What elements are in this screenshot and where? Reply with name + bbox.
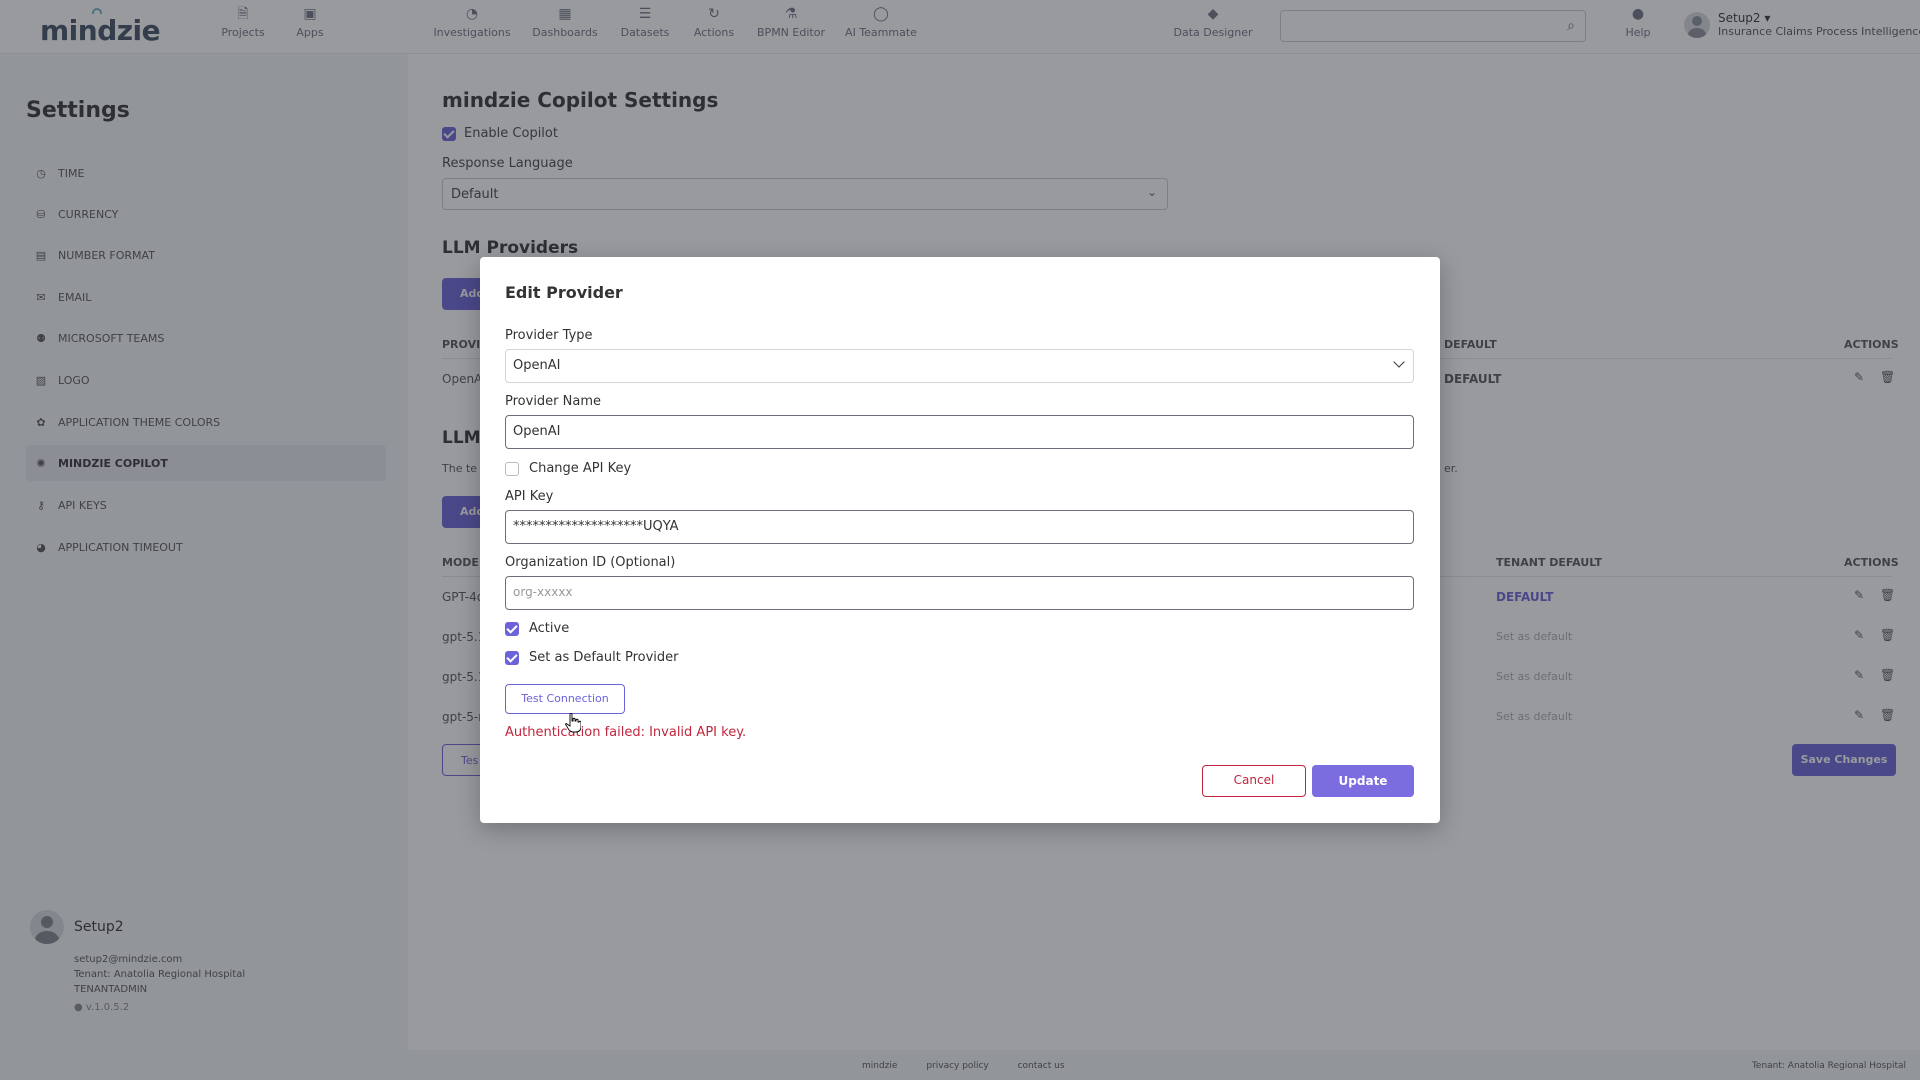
active-checkbox[interactable]: Active xyxy=(505,621,569,636)
provider-type-label: Provider Type xyxy=(505,328,593,343)
cancel-button[interactable]: Cancel xyxy=(1202,765,1306,797)
dialog-title: Edit Provider xyxy=(505,283,623,302)
api-key-input[interactable]: ********************UQYA xyxy=(505,510,1414,544)
update-button[interactable]: Update xyxy=(1312,765,1414,797)
set-default-provider-checkbox[interactable]: Set as Default Provider xyxy=(505,650,679,665)
edit-provider-dialog: Edit Provider Provider Type OpenAI Provi… xyxy=(480,257,1440,823)
provider-name-label: Provider Name xyxy=(505,394,602,409)
checkbox-unchecked-icon xyxy=(505,461,519,476)
checkbox-checked-icon xyxy=(505,650,519,665)
chevron-down-icon xyxy=(1393,356,1405,368)
provider-name-input[interactable]: OpenAI xyxy=(505,415,1414,449)
hand-cursor-icon xyxy=(565,713,581,733)
connection-error-message: Authentication failed: Invalid API key. xyxy=(505,725,747,740)
api-key-label: API Key xyxy=(505,489,554,504)
provider-type-select[interactable]: OpenAI xyxy=(505,349,1414,383)
test-connection-button[interactable]: Test Connection xyxy=(505,684,625,714)
organization-id-input[interactable]: org-xxxxx xyxy=(505,576,1414,610)
change-api-key-checkbox[interactable]: Change API Key xyxy=(505,461,631,476)
checkbox-checked-icon xyxy=(505,621,519,636)
organization-id-label: Organization ID (Optional) xyxy=(505,555,676,570)
